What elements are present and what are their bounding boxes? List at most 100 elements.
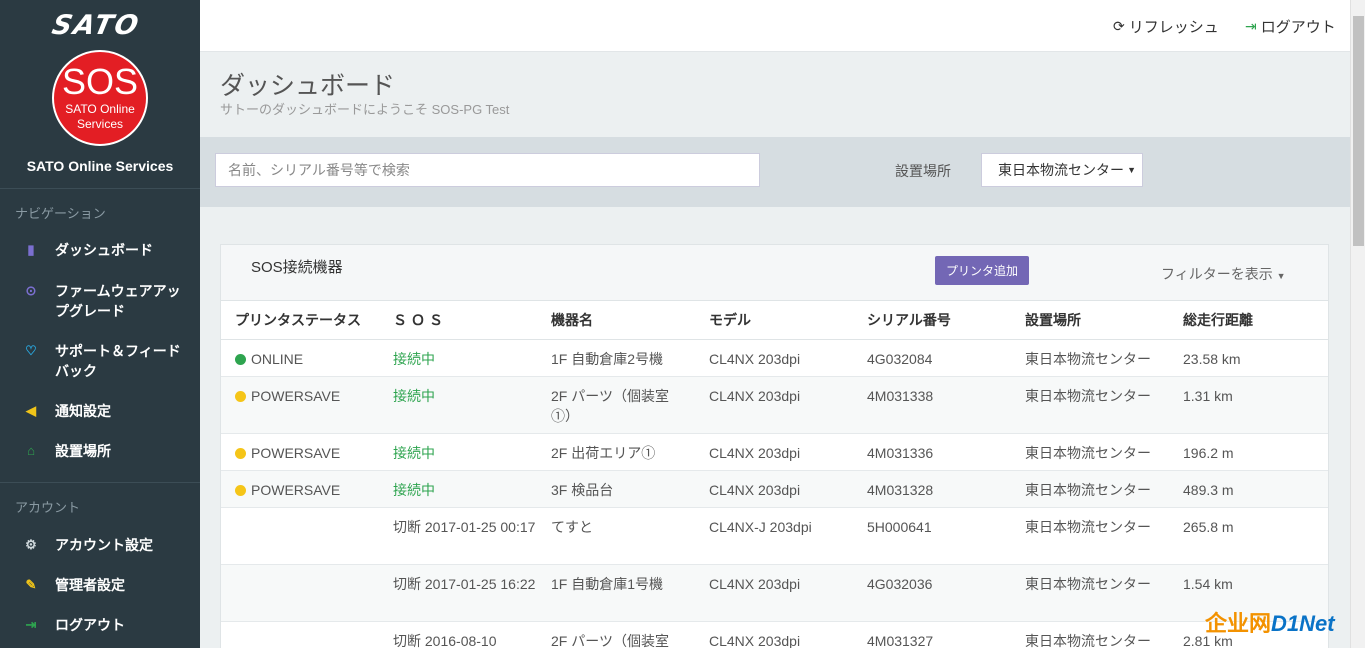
bar-chart-icon: ▮ — [27, 242, 35, 257]
serial-cell: 4G032036 — [853, 564, 1011, 622]
column-header[interactable]: シリアル番号 — [853, 301, 1011, 340]
status-dot-icon — [235, 484, 246, 496]
sato-logo-text: SATO — [49, 10, 143, 41]
model-cell: CL4NX 203dpi — [695, 433, 853, 471]
column-header[interactable]: 機器名 — [537, 301, 695, 340]
device-name-cell: 2F パーツ（個装室①） — [537, 376, 695, 434]
status-cell — [221, 507, 379, 565]
table-row[interactable]: POWERSAVE 接続中 3F 検品台 CL4NX 203dpi 4M031328 東日… — [221, 470, 1328, 508]
sidebar-item-label: 管理者設定 — [55, 577, 125, 593]
device-name-cell: 3F 検品台 — [537, 470, 695, 508]
status-cell: POWERSAVE — [221, 376, 379, 434]
sos-cell: 接続中 — [379, 339, 537, 377]
page-subtitle: サトーのダッシュボードにようこそ SOS-PG Test — [220, 102, 510, 117]
sidebar-item[interactable]: ⇥ ログアウト — [0, 615, 200, 648]
serial-cell: 4G032084 — [853, 339, 1011, 377]
sos-cell: 接続中 — [379, 433, 537, 471]
model-cell: CL4NX 203dpi — [695, 564, 853, 622]
table-header-row: プリンタステータス ＳＯＳ 機器名 モデル シリアル番号 設置場所 総走行距離 — [221, 301, 1328, 340]
status-text: POWERSAVE — [251, 481, 341, 498]
status-cell: POWERSAVE — [221, 433, 379, 471]
home-icon: ⌂ — [27, 443, 35, 458]
sos-cell: 切断 2017-01-25 00:17 — [379, 507, 537, 565]
sidebar-item-label: 設置場所 — [55, 443, 111, 459]
sato-logo[interactable]: SATO — [20, 10, 172, 41]
status-cell — [221, 564, 379, 622]
table-row[interactable]: POWERSAVE 接続中 2F パーツ（個装室①） CL4NX 203dpi 4M03… — [221, 376, 1328, 434]
status-dot-icon — [235, 390, 246, 402]
serial-cell: 4M031328 — [853, 470, 1011, 508]
sos-cell: 切断 2016-08-10 — [379, 621, 537, 648]
column-header[interactable]: ＳＯＳ — [379, 301, 537, 340]
sos-cell: 接続中 — [379, 470, 537, 508]
service-name: SATO Online Services — [26, 158, 174, 174]
show-filter-label: フィルターを表示 — [1161, 266, 1273, 282]
sidebar-item[interactable]: ⚙ アカウント設定 — [0, 535, 200, 575]
sidebar-item[interactable]: ✎ 管理者設定 — [0, 575, 200, 615]
device-name-cell: てすと — [537, 507, 695, 565]
status-dot-icon — [235, 353, 246, 365]
serial-cell: 4M031338 — [853, 376, 1011, 434]
sidebar-item[interactable]: ◀ 通知設定 — [0, 401, 200, 441]
logout-link[interactable]: ⇥ ログアウト — [1245, 16, 1336, 37]
distance-cell: 489.3 m — [1169, 470, 1328, 508]
devices-table: プリンタステータス ＳＯＳ 機器名 モデル シリアル番号 設置場所 総走行距離 … — [221, 301, 1328, 648]
sos-cell: 切断 2017-01-25 16:22 — [379, 564, 537, 622]
sidebar-item[interactable]: ⊙ ファームウェアアップグレード — [0, 281, 200, 321]
account-section-label: アカウント — [15, 500, 81, 515]
sidebar-item-label: ログアウト — [55, 617, 125, 633]
status-text: POWERSAVE — [251, 444, 341, 461]
location-cell: 東日本物流センター — [1011, 621, 1169, 648]
show-filter-link[interactable]: フィルターを表示 ▼ — [1161, 264, 1286, 284]
distance-cell: 23.58 km — [1169, 339, 1328, 377]
refresh-icon: ⟳ — [1113, 18, 1125, 34]
column-header[interactable]: モデル — [695, 301, 853, 340]
location-cell: 東日本物流センター — [1011, 507, 1169, 565]
caret-down-icon: ▼ — [1276, 271, 1286, 281]
table-row[interactable]: POWERSAVE 接続中 2F 出荷エリア① CL4NX 203dpi 4M03133… — [221, 433, 1328, 471]
device-name-cell: 1F 自動倉庫1号機 — [537, 564, 695, 622]
column-header[interactable]: 総走行距離 — [1169, 301, 1328, 340]
sidebar-item-label: 通知設定 — [55, 403, 111, 419]
heart-icon: ♡ — [25, 343, 37, 358]
sidebar-item[interactable]: ▮ ダッシュボード — [0, 240, 200, 280]
device-name-cell: 1F 自動倉庫2号機 — [537, 339, 695, 377]
sos-cell: 接続中 — [379, 376, 537, 434]
panel-header: SOS接続機器 プリンタ追加 フィルターを表示 ▼ — [221, 245, 1328, 301]
location-label: 設置場所 — [895, 163, 951, 179]
table-row[interactable]: 切断 2016-08-10 2F パーツ（個装室 CL4NX 203dpi 4M031… — [221, 621, 1328, 648]
scrollbar-thumb[interactable] — [1353, 16, 1364, 246]
sos-logo-big: SOS — [61, 61, 139, 102]
table-row[interactable]: 切断 2017-01-25 00:17 てすと CL4NX-J 203dpi 5H00… — [221, 507, 1328, 565]
column-header[interactable]: 設置場所 — [1011, 301, 1169, 340]
sidebar-item[interactable]: ♡ サポート＆フィードバック — [0, 341, 200, 381]
table-row[interactable]: 切断 2017-01-25 16:22 1F 自動倉庫1号機 CL4NX 203dp… — [221, 564, 1328, 622]
serial-cell: 4M031336 — [853, 433, 1011, 471]
nav-section-label: ナビゲーション — [15, 206, 106, 221]
sidebar-divider — [0, 482, 200, 483]
table-row[interactable]: ONLINE 接続中 1F 自動倉庫2号機 CL4NX 203dpi 4G032084 東… — [221, 339, 1328, 377]
location-cell: 東日本物流センター — [1011, 564, 1169, 622]
model-cell: CL4NX 203dpi — [695, 621, 853, 648]
sidebar-item-label: ダッシュボード — [55, 242, 153, 258]
logout-icon: ⇥ — [25, 617, 37, 632]
search-band: 設置場所 東日本物流センター ▼ — [200, 137, 1350, 207]
page-scrollbar[interactable] — [1350, 0, 1365, 648]
megaphone-icon: ◀ — [26, 403, 36, 418]
model-cell: CL4NX-J 203dpi — [695, 507, 853, 565]
column-header[interactable]: プリンタステータス — [221, 301, 379, 340]
topbar: ⟳ リフレッシュ ⇥ ログアウト — [200, 0, 1350, 52]
sidebar-divider — [0, 188, 200, 189]
sos-logo-line1: SATO Online — [65, 102, 135, 116]
refresh-link[interactable]: ⟳ リフレッシュ — [1113, 16, 1219, 37]
refresh-label: リフレッシュ — [1128, 19, 1219, 36]
serial-cell: 5H000641 — [853, 507, 1011, 565]
wrench-icon: ✎ — [25, 577, 37, 592]
status-text: ONLINE — [251, 350, 304, 367]
add-printer-button[interactable]: プリンタ追加 — [935, 256, 1029, 285]
search-input[interactable] — [215, 153, 760, 187]
sidebar-item[interactable]: ⌂ 設置場所 — [0, 441, 200, 481]
location-select[interactable]: 東日本物流センター ▼ — [981, 153, 1143, 187]
serial-cell: 4M031327 — [853, 621, 1011, 648]
model-cell: CL4NX 203dpi — [695, 470, 853, 508]
